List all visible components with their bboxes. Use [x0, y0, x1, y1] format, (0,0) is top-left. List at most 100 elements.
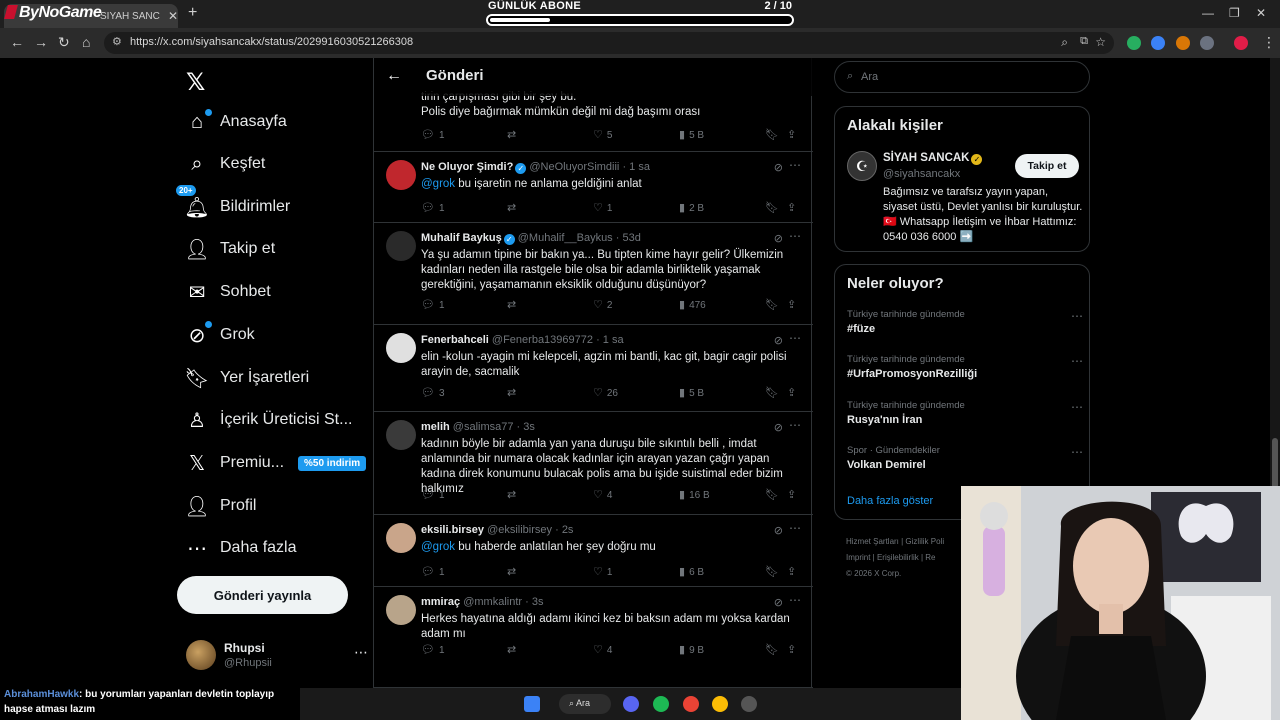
home-button-icon[interactable]: ⌂ — [82, 34, 90, 50]
post-button[interactable]: Gönderi yayınla — [177, 576, 348, 614]
reply-time[interactable]: 53d — [622, 232, 640, 244]
reply-time[interactable]: 2s — [562, 524, 574, 536]
avatar[interactable] — [386, 595, 416, 625]
reply-button[interactable]: 💬︎ 3 — [421, 386, 445, 399]
nav-creator-studio[interactable]: ♙ İçerik Üreticisi St... — [184, 400, 352, 440]
bookmark-button[interactable]: 🔖︎ — [765, 298, 783, 311]
url-bar[interactable]: ⚙ https://x.com/siyahsancakx/status/2029… — [104, 32, 1114, 54]
grok-explain-icon[interactable]: ⊘ — [774, 524, 783, 537]
account-switcher[interactable]: Rhupsi @Rhupsii ⋯ — [186, 636, 370, 680]
close-window-icon[interactable]: ✕ — [1256, 6, 1266, 20]
list-item[interactable]: Fenerbahceli @Fenerba13969772 · 1 sa ⊘ ⋯ el… — [374, 325, 813, 412]
windows-start-icon[interactable] — [524, 696, 540, 712]
browser-profile-icon[interactable] — [1234, 36, 1248, 50]
more-options-icon[interactable]: ⋯ — [789, 229, 801, 243]
extension-face-icon[interactable] — [1176, 36, 1190, 50]
discord-icon[interactable] — [623, 696, 639, 712]
x-logo-icon[interactable]: 𝕏 — [186, 68, 205, 97]
follow-button[interactable]: Takip et — [1015, 154, 1079, 178]
browser-menu-icon[interactable]: ⋮ — [1262, 34, 1276, 51]
reply-button[interactable]: 💬︎ 1 — [421, 298, 445, 311]
site-info-icon[interactable]: ⚙ — [112, 35, 122, 48]
share-button[interactable]: ⇪ — [787, 201, 800, 214]
nav-follow[interactable]: 👤︎ Takip et — [184, 229, 275, 269]
share-button[interactable]: ⇪ — [787, 565, 800, 578]
reply-author-name[interactable]: mmiraç — [421, 596, 460, 608]
mention-link[interactable]: @grok — [421, 541, 455, 553]
nav-notifications[interactable]: 🔔︎ 20+ Bildirimler — [176, 184, 290, 227]
share-button[interactable]: ⇪ — [787, 128, 800, 141]
bookmark-star-icon[interactable]: ☆ — [1095, 35, 1106, 49]
repost-button[interactable]: ⇄ — [507, 386, 520, 399]
nav-premium[interactable]: 𝕏 Premiu... %50 indirim — [184, 443, 367, 483]
more-options-icon[interactable]: ⋯ — [789, 521, 801, 535]
tab-close-icon[interactable]: ✕ — [168, 9, 178, 23]
reply-button[interactable]: 💬︎ 1 — [421, 201, 445, 214]
reload-icon[interactable]: ↻ — [58, 34, 70, 51]
search-input[interactable]: ⌕ Ara — [834, 61, 1090, 93]
maximize-icon[interactable]: ❐ — [1229, 6, 1240, 20]
views-button[interactable]: ▮ 5 B — [679, 128, 704, 141]
new-tab-icon[interactable]: + — [188, 4, 197, 22]
grok-explain-icon[interactable]: ⊘ — [774, 161, 783, 174]
trend-item[interactable]: Spor · Gündemdekiler Volkan Demirel ⋯ — [847, 445, 1083, 471]
views-button[interactable]: ▮ 2 B — [679, 201, 704, 214]
nav-bookmarks[interactable]: 🔖︎ Yer İşaretleri — [184, 358, 309, 398]
share-button[interactable]: ⇪ — [787, 386, 800, 399]
nav-home[interactable]: ⌂ Anasayfa — [184, 102, 287, 142]
reply-time[interactable]: 1 sa — [603, 334, 624, 346]
back-icon[interactable]: ← — [10, 34, 24, 50]
bookmark-button[interactable]: 🔖︎ — [765, 488, 783, 501]
show-more-link[interactable]: Daha fazla göster — [847, 495, 933, 507]
reply-time[interactable]: 1 sa — [629, 161, 650, 173]
share-button[interactable]: ⇪ — [787, 643, 800, 656]
extensions-icon[interactable] — [1200, 36, 1214, 50]
more-options-icon[interactable]: ⋯ — [1071, 400, 1083, 414]
like-button[interactable]: ♡ 4 — [593, 643, 612, 656]
nav-chat[interactable]: ✉ Sohbet — [184, 272, 271, 312]
repost-button[interactable]: ⇄ — [507, 201, 520, 214]
more-options-icon[interactable]: ⋯ — [789, 158, 801, 172]
repost-button[interactable]: ⇄ — [507, 488, 520, 501]
list-item[interactable]: eksili.birsey @eksilibirsey · 2s ⊘ ⋯ @grok … — [374, 515, 813, 587]
nav-more[interactable]: ⋯ Daha fazla — [184, 528, 297, 568]
related-name[interactable]: SİYAH SANCAK ✓ — [883, 152, 983, 165]
bookmark-button[interactable]: 🔖︎ — [765, 201, 783, 214]
more-options-icon[interactable]: ⋯ — [1071, 309, 1083, 323]
nav-explore[interactable]: ⌕ Keşfet — [184, 144, 265, 184]
reply-button[interactable]: 💬︎ 1 — [421, 488, 445, 501]
avatar[interactable]: ☪ — [847, 151, 877, 181]
reply-author-name[interactable]: Ne Oluyor Şimdi? — [421, 161, 513, 173]
trend-item[interactable]: Türkiye tarihinde gündemde #füze ⋯ — [847, 309, 1083, 335]
reply-author-name[interactable]: melih — [421, 421, 450, 433]
reply-time[interactable]: 3s — [532, 596, 544, 608]
taskbar-search[interactable]: ⌕ Ara — [559, 694, 611, 714]
list-item[interactable]: Muhalif Baykuş ✓ @Muhalif__Baykus · 53d ⊘ ⋯… — [374, 223, 813, 325]
bookmark-button[interactable]: 🔖︎ — [765, 565, 783, 578]
avatar[interactable] — [386, 333, 416, 363]
footer-line[interactable]: Imprint | Erişilebilirlik | Re — [846, 550, 976, 566]
repost-button[interactable]: ⇄ — [507, 298, 520, 311]
bookmark-button[interactable]: 🔖︎ — [765, 128, 783, 141]
nav-profile[interactable]: 👤︎ Profil — [184, 486, 256, 526]
avatar[interactable] — [386, 523, 416, 553]
views-button[interactable]: ▮ 476 — [679, 298, 706, 311]
like-button[interactable]: ♡ 1 — [593, 201, 612, 214]
reply-button[interactable]: 💬︎ 1 — [421, 565, 445, 578]
share-button[interactable]: ⇪ — [787, 488, 800, 501]
more-options-icon[interactable]: ⋯ — [354, 644, 368, 661]
chrome-profile-icon[interactable] — [712, 696, 728, 712]
avatar[interactable] — [386, 160, 416, 190]
reply-author-name[interactable]: Muhalif Baykuş — [421, 232, 502, 244]
grok-explain-icon[interactable]: ⊘ — [774, 334, 783, 347]
views-button[interactable]: ▮ 6 B — [679, 565, 704, 578]
reply-author-name[interactable]: Fenerbahceli — [421, 334, 489, 346]
extension-shield-icon[interactable] — [1127, 36, 1141, 50]
footer-line[interactable]: Hizmet Şartları | Gizlilik Poli — [846, 534, 976, 550]
like-button[interactable]: ♡ 4 — [593, 488, 612, 501]
spotify-icon[interactable] — [653, 696, 669, 712]
reply-button[interactable]: 💬︎ 1 — [421, 128, 445, 141]
views-button[interactable]: ▮ 5 B — [679, 386, 704, 399]
minimize-icon[interactable]: — — [1202, 6, 1214, 20]
reply-time[interactable]: 3s — [523, 421, 535, 433]
